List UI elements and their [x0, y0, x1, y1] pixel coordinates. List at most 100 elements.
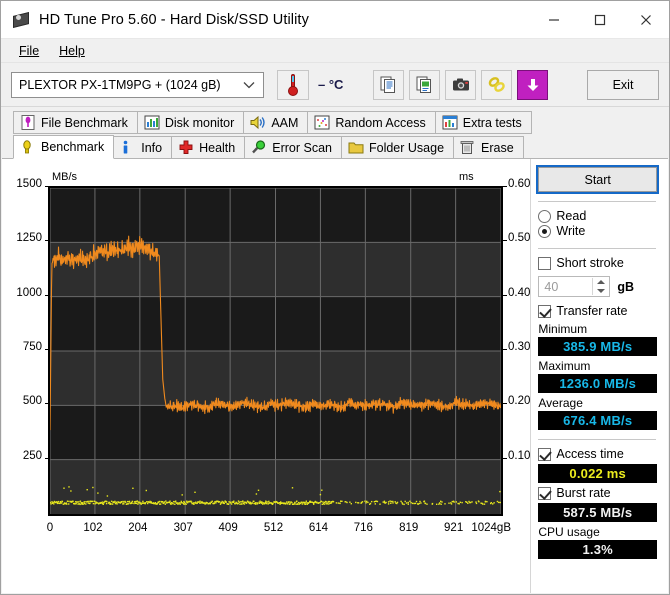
tab-disk-monitor[interactable]: Disk monitor: [136, 111, 245, 134]
benchmark-chain-icon[interactable]: [481, 69, 513, 100]
radio-write[interactable]: Write: [533, 224, 660, 238]
checkbox-burst-rate-control[interactable]: [538, 486, 552, 500]
copy-image-icon[interactable]: [409, 69, 441, 100]
disk-monitor-icon: [144, 115, 160, 130]
checkbox-transfer-rate[interactable]: Transfer rate: [533, 304, 660, 318]
aam-speaker-icon: [250, 115, 266, 130]
short-stroke-stepper[interactable]: 40: [538, 276, 611, 297]
screenshot-camera-icon[interactable]: [445, 69, 477, 100]
cpu-usage-label: CPU usage: [538, 525, 600, 539]
tab-row-1: File Benchmark Disk monitor AAM Random A…: [13, 110, 669, 134]
plot-canvas: [50, 188, 501, 514]
menu-help-label: Help: [59, 43, 85, 58]
tab-row-2: Benchmark Info Health Error Scan Folder …: [13, 135, 669, 159]
burst-rate-value: 587.5 MB/s: [538, 503, 657, 522]
x-tick-label: 1024gB: [471, 522, 511, 534]
y2-tick-label: 0.60: [508, 178, 531, 190]
checkbox-transfer-rate-control[interactable]: [538, 304, 552, 318]
menu-help[interactable]: Help: [49, 42, 95, 60]
tab-benchmark[interactable]: Benchmark: [13, 135, 115, 159]
chevron-down-icon: [243, 78, 255, 92]
y-tick-mark: [45, 240, 49, 242]
menu-file[interactable]: File: [9, 42, 49, 60]
plot-area: [48, 186, 503, 516]
close-icon[interactable]: [623, 1, 669, 39]
short-stroke-value: 40: [544, 279, 559, 294]
radio-read-control[interactable]: [538, 209, 552, 223]
menu-bar: File Help: [1, 39, 669, 63]
tab-health[interactable]: Health: [171, 136, 246, 159]
info-icon: [120, 140, 136, 155]
error-scan-magnifier-icon: [251, 140, 267, 155]
maximum-label: Maximum: [538, 359, 591, 373]
folder-usage-icon: [348, 140, 364, 155]
title-bar: HD Tune Pro 5.60 - Hard Disk/SSD Utility: [1, 1, 669, 39]
hd-tune-window: HD Tune Pro 5.60 - Hard Disk/SSD Utility…: [0, 0, 670, 595]
copy-document-icon[interactable]: [373, 69, 405, 100]
window-controls: [531, 1, 669, 39]
y-tick-mark: [45, 349, 49, 350]
cpu-usage-value: 1.3%: [538, 540, 657, 559]
minimize-icon[interactable]: [531, 1, 577, 39]
short-stroke-size-row: 40 gB: [533, 276, 660, 297]
y2-tick-mark: [503, 294, 507, 296]
tab-random-access[interactable]: Random Access: [307, 111, 436, 134]
tab-error-scan[interactable]: Error Scan: [244, 136, 342, 159]
y-tick-label: 500: [22, 395, 42, 408]
y2-tick-mark: [503, 240, 507, 242]
y2-tick-label: 0.20: [508, 395, 531, 408]
tab-file-benchmark-label: File Benchmark: [41, 115, 128, 130]
tab-extra-tests-label: Extra tests: [462, 115, 522, 130]
thermometer-icon[interactable]: [277, 69, 309, 100]
tab-disk-monitor-label: Disk monitor: [164, 115, 235, 130]
checkbox-burst-rate[interactable]: Burst rate: [533, 486, 660, 500]
random-access-icon: [314, 115, 330, 130]
temperature-group: – °C: [277, 69, 343, 100]
checkbox-short-stroke-label: Short stroke: [556, 256, 624, 270]
tab-aam-label: AAM: [271, 115, 299, 130]
checkbox-access-time[interactable]: Access time: [533, 447, 660, 461]
y-tick-mark: [45, 457, 49, 459]
start-button[interactable]: Start: [536, 165, 659, 194]
radio-read-label: Read: [556, 209, 587, 223]
divider: [538, 248, 656, 249]
tab-folder-usage[interactable]: Folder Usage: [340, 136, 455, 159]
short-stroke-unit: gB: [617, 279, 635, 294]
tab-aam[interactable]: AAM: [243, 111, 309, 134]
file-benchmark-icon: [20, 115, 36, 130]
drive-select[interactable]: PLEXTOR PX-1TM9PG + (1024 gB): [11, 71, 264, 98]
tab-error-scan-label: Error Scan: [272, 140, 332, 155]
tab-random-access-label: Random Access: [335, 115, 426, 130]
radio-write-control[interactable]: [538, 224, 552, 238]
checkbox-short-stroke-control[interactable]: [538, 256, 552, 270]
tab-info-label: Info: [141, 140, 163, 155]
divider: [538, 201, 656, 202]
checkbox-transfer-rate-label: Transfer rate: [556, 304, 628, 318]
download-arrow-icon[interactable]: [517, 69, 549, 100]
tab-extra-tests[interactable]: Extra tests: [434, 111, 532, 134]
y-tick-label: 1000: [16, 286, 42, 299]
radio-read[interactable]: Read: [533, 209, 660, 223]
access-time-value: 0.022 ms: [538, 464, 657, 483]
y-tick-mark: [45, 403, 49, 405]
checkbox-access-time-control[interactable]: [538, 447, 552, 461]
benchmark-panel: MB/s ms 250 500 750 1000 1250 1500 0.10 0.20 0.…: [2, 158, 668, 593]
tab-erase[interactable]: Erase: [453, 136, 524, 159]
stepper-arrows[interactable]: [592, 278, 608, 295]
y2-tick-mark: [503, 349, 507, 350]
average-value: 676.4 MB/s: [538, 411, 657, 430]
divider: [538, 439, 656, 440]
erase-trash-icon: [460, 140, 476, 155]
y-tick-mark: [45, 294, 49, 296]
checkbox-short-stroke[interactable]: Short stroke: [533, 256, 660, 270]
y2-tick-mark: [503, 457, 507, 459]
extra-tests-icon: [442, 115, 458, 130]
tab-file-benchmark[interactable]: File Benchmark: [13, 111, 138, 134]
maximum-value: 1236.0 MB/s: [538, 374, 657, 393]
tab-health-label: Health: [199, 140, 236, 155]
benchmark-chart: MB/s ms 250 500 750 1000 1250 1500 0.10 0.20 0.…: [2, 159, 530, 593]
y2-axis-unit: ms: [459, 171, 474, 183]
maximize-icon[interactable]: [577, 1, 623, 39]
exit-button[interactable]: Exit: [587, 69, 659, 100]
tab-info[interactable]: Info: [113, 136, 173, 159]
